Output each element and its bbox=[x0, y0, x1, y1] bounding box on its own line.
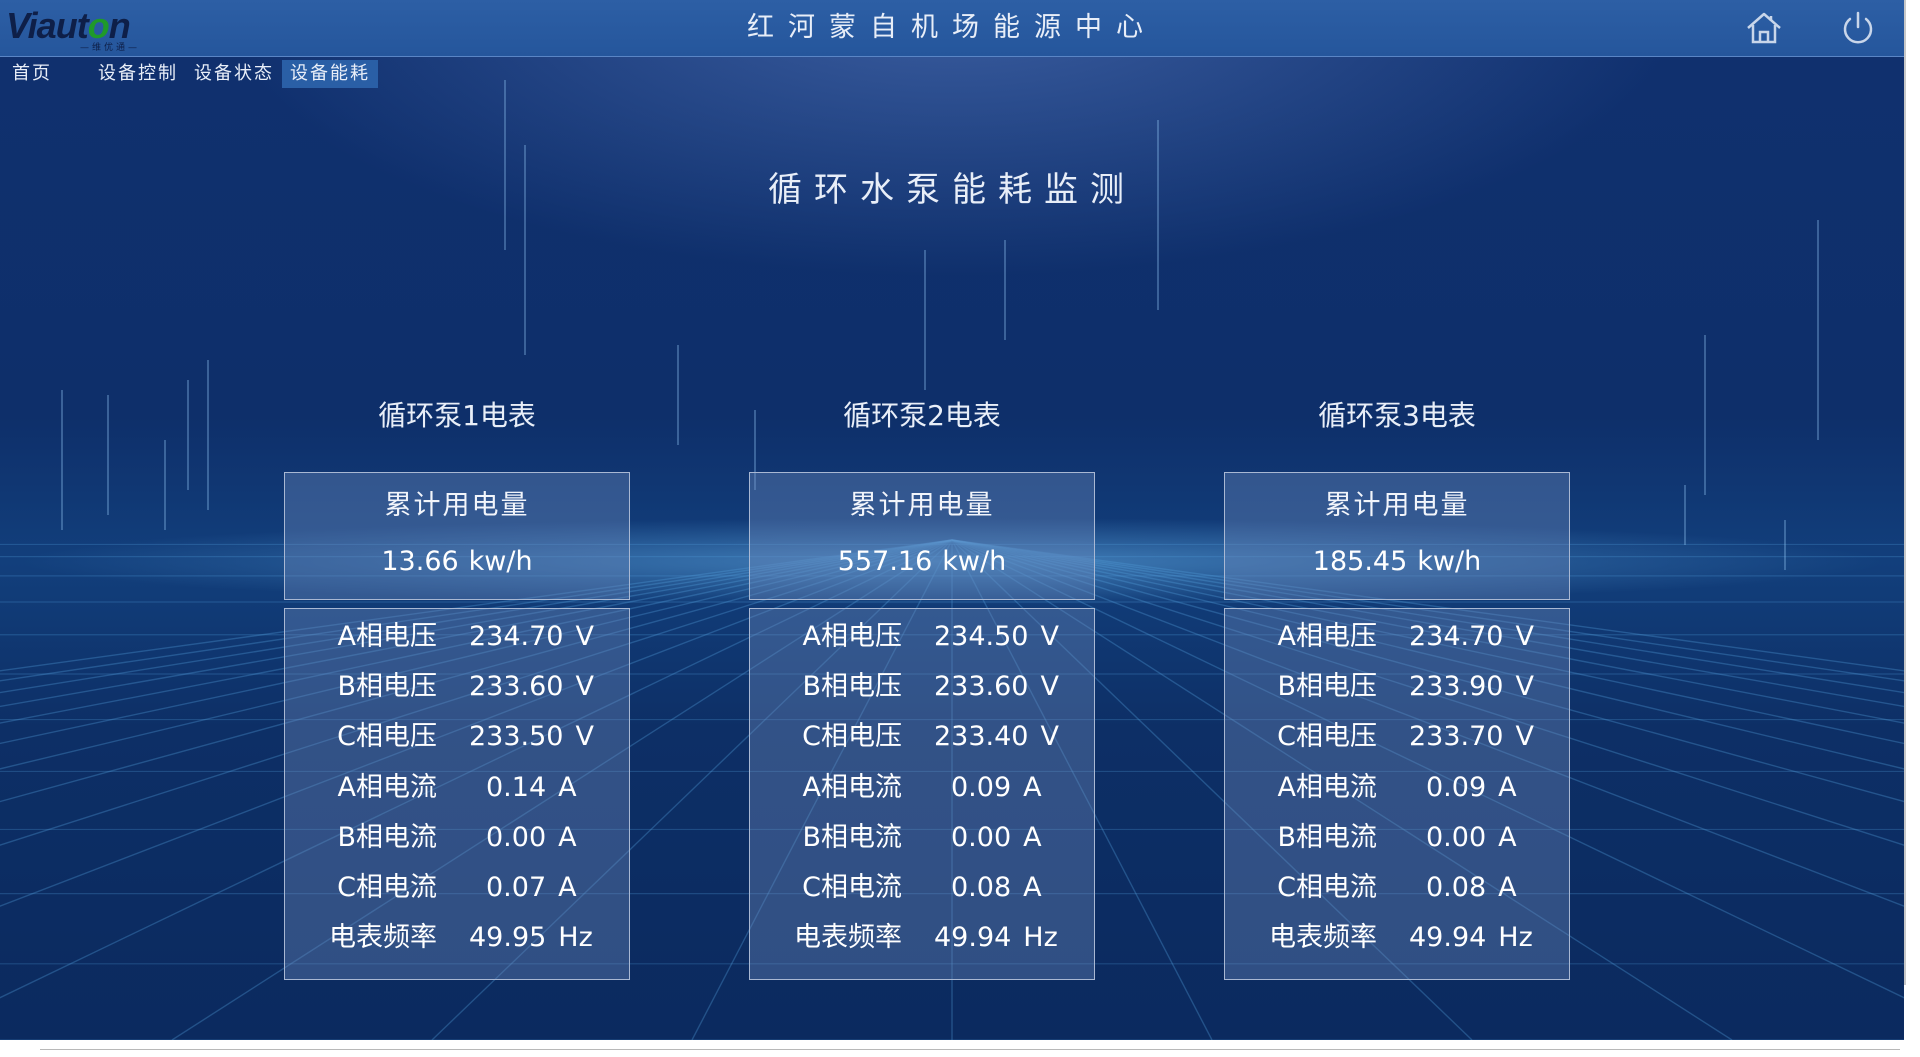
page-title: 循环水泵能耗监测 bbox=[768, 170, 1136, 210]
reading-row: A相电流 0.09 A bbox=[802, 772, 1042, 803]
readings-box: A相电压 234.70 V B相电压 233.90 V C相电压 233.70 V A相电流… bbox=[1224, 608, 1570, 980]
nav-item-device-status[interactable]: 设备状态 bbox=[186, 60, 282, 88]
reading-row: B相电压 233.60 V bbox=[802, 671, 1059, 702]
reading-row: B相电流 0.00 A bbox=[1277, 822, 1517, 853]
reading-row: 电表频率 49.94 Hz bbox=[794, 922, 1058, 953]
reading-row: C相电压 233.50 V bbox=[337, 721, 594, 752]
meter-panel-3: 循环泵3电表 累计用电量 185.45 kw/h A相电压 234.70 V B相电压… bbox=[1224, 394, 1570, 980]
reading-row: C相电流 0.08 A bbox=[1277, 872, 1517, 903]
energy-total-box: 累计用电量 13.66 kw/h bbox=[284, 472, 630, 600]
meter-panel-2: 循环泵2电表 累计用电量 557.16 kw/h A相电压 234.50 V B相电压… bbox=[749, 394, 1095, 980]
nav-item-home[interactable]: 首页 bbox=[4, 60, 90, 88]
energy-label: 累计用电量 bbox=[1324, 490, 1470, 521]
reading-row: 电表频率 49.95 Hz bbox=[329, 922, 593, 953]
home-icon[interactable] bbox=[1744, 10, 1784, 46]
energy-value: 13.66 kw/h bbox=[381, 546, 533, 577]
energy-total-box: 累计用电量 557.16 kw/h bbox=[749, 472, 1095, 600]
energy-label: 累计用电量 bbox=[384, 490, 530, 521]
bottom-divider bbox=[40, 1049, 1900, 1050]
reading-row: A相电流 0.14 A bbox=[337, 772, 577, 803]
reading-row: B相电流 0.00 A bbox=[802, 822, 1042, 853]
energy-value: 557.16 kw/h bbox=[837, 546, 1007, 577]
app-title: 红河蒙自机场能源中心 bbox=[747, 12, 1157, 43]
readings-box: A相电压 234.50 V B相电压 233.60 V C相电压 233.40 V A相电流… bbox=[749, 608, 1095, 980]
reading-row: B相电压 233.90 V bbox=[1277, 671, 1534, 702]
reading-row: C相电流 0.07 A bbox=[337, 872, 577, 903]
reading-row: A相电流 0.09 A bbox=[1277, 772, 1517, 803]
meter-panel-1: 循环泵1电表 累计用电量 13.66 kw/h A相电压 234.70 V B相电压 2… bbox=[284, 394, 630, 980]
window-right-margin bbox=[1904, 0, 1920, 1057]
reading-row: C相电压 233.70 V bbox=[1277, 721, 1534, 752]
nav-menu: 首页 设备控制 设备状态 设备能耗 bbox=[4, 60, 378, 88]
power-icon[interactable] bbox=[1838, 10, 1878, 46]
reading-row: B相电流 0.00 A bbox=[337, 822, 577, 853]
energy-label: 累计用电量 bbox=[849, 490, 995, 521]
energy-value: 185.45 kw/h bbox=[1312, 546, 1482, 577]
energy-total-box: 累计用电量 185.45 kw/h bbox=[1224, 472, 1570, 600]
window-border bbox=[1904, 0, 1906, 985]
nav-item-device-control[interactable]: 设备控制 bbox=[90, 60, 186, 88]
reading-row: A相电压 234.70 V bbox=[337, 621, 594, 652]
reading-row: B相电压 233.60 V bbox=[337, 671, 594, 702]
nav-item-device-energy[interactable]: 设备能耗 bbox=[282, 60, 378, 88]
reading-row: A相电压 234.70 V bbox=[1277, 621, 1534, 652]
meter-title: 循环泵3电表 bbox=[1318, 399, 1476, 432]
meter-title: 循环泵2电表 bbox=[843, 399, 1001, 432]
reading-row: C相电流 0.08 A bbox=[802, 872, 1042, 903]
header-bar: Viauton —维优通— 红河蒙自机场能源中心 bbox=[0, 0, 1904, 57]
reading-row: C相电压 233.40 V bbox=[802, 721, 1059, 752]
reading-row: A相电压 234.50 V bbox=[802, 621, 1059, 652]
reading-row: 电表频率 49.94 Hz bbox=[1269, 922, 1533, 953]
readings-box: A相电压 234.70 V B相电压 233.60 V C相电压 233.50 V A相电流… bbox=[284, 608, 630, 980]
meter-title: 循环泵1电表 bbox=[378, 399, 536, 432]
app-window: Viauton —维优通— 红河蒙自机场能源中心 首页 设备控制 设备状态 设备… bbox=[0, 0, 1904, 1040]
